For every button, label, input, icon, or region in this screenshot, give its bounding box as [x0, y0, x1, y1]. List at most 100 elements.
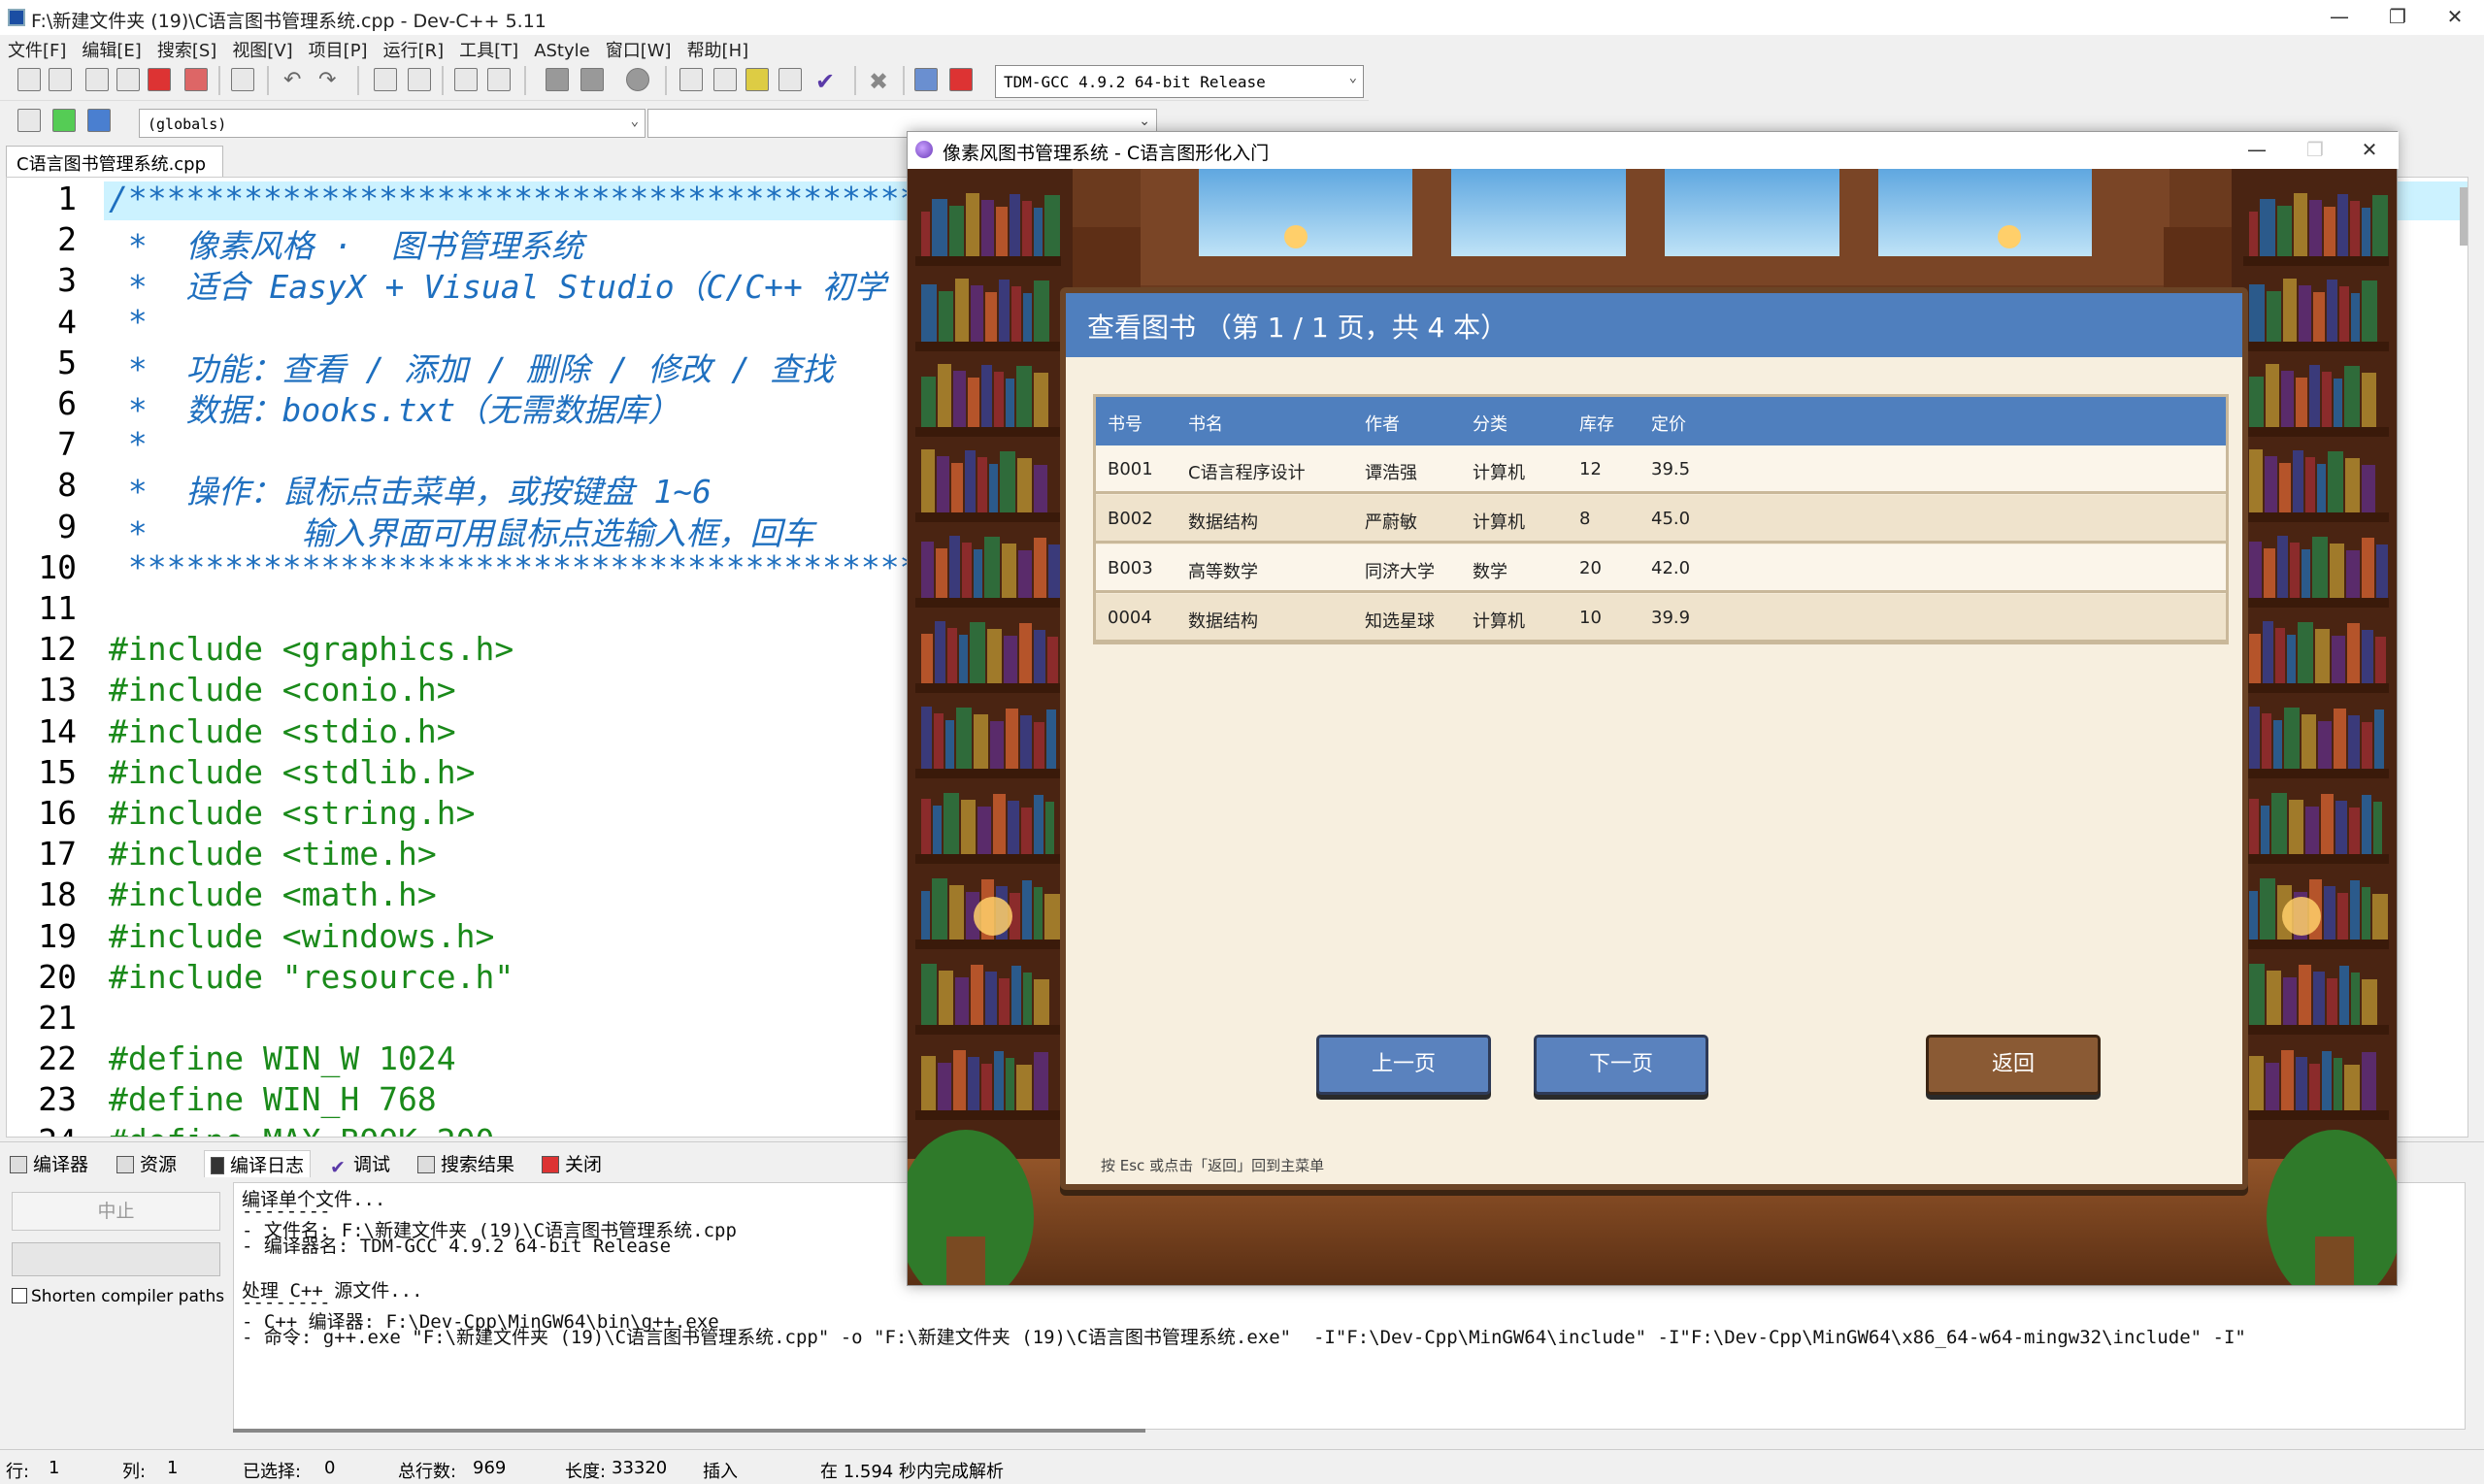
next-page-button[interactable]: 下一页	[1534, 1035, 1708, 1095]
table-row[interactable]: B001 C语言程序设计 谭浩强 计算机 12 39.5	[1096, 445, 2226, 494]
toggle-comment-icon[interactable]	[52, 109, 76, 132]
redo-icon[interactable]: ↷	[318, 68, 342, 92]
line-number: 5	[57, 343, 77, 381]
cell-stock: 10	[1579, 608, 1602, 628]
maximize-button[interactable]: ❐	[2368, 0, 2427, 35]
table-row[interactable]: B002 数据结构 严蔚敏 计算机 8 45.0	[1096, 495, 2226, 544]
close-all-icon[interactable]	[184, 68, 208, 91]
print-icon[interactable]	[231, 68, 254, 91]
tab-search-results[interactable]: 搜索结果	[417, 1150, 514, 1177]
tab-debug[interactable]: ✔ 调试	[330, 1150, 390, 1178]
cell-author: 谭浩强	[1365, 463, 1417, 483]
panel-header: 查看图书 （第 1 / 1 页，共 4 本）	[1066, 293, 2242, 357]
stop-execution-icon[interactable]: ✖	[869, 68, 892, 95]
run-icon[interactable]	[713, 68, 737, 91]
cell-book-id: B001	[1108, 459, 1153, 479]
grid-icon	[10, 1156, 27, 1173]
app-minimize-button[interactable]: —	[2228, 133, 2286, 166]
line-number: 2	[57, 220, 77, 259]
log-horizontal-scrollbar[interactable]	[233, 1427, 1145, 1435]
goto-bookmark-icon[interactable]	[580, 68, 604, 91]
close-button[interactable]: ✕	[2426, 0, 2484, 35]
new-file-icon[interactable]	[17, 68, 41, 91]
checkbox-box[interactable]	[12, 1288, 27, 1303]
cell-category: 计算机	[1473, 611, 1525, 632]
editor-vertical-scrollbar[interactable]	[2460, 187, 2467, 246]
menu-view[interactable]: 视图[V]	[224, 35, 300, 62]
delete-profile-icon[interactable]	[949, 68, 973, 91]
menu-run[interactable]: 运行[R]	[376, 35, 452, 62]
scope-select[interactable]: (globals) ⌄	[139, 109, 646, 138]
shorten-paths-label: Shorten compiler paths	[31, 1287, 225, 1306]
cell-book-id: 0004	[1108, 608, 1152, 628]
compiler-select[interactable]: TDM-GCC 4.9.2 64-bit Release ⌄	[995, 65, 1364, 98]
table-row[interactable]: 0004 数据结构 知选星球 计算机 10 39.9	[1096, 594, 2226, 643]
rebuild-all-icon[interactable]	[778, 68, 802, 91]
menu-search[interactable]: 搜索[S]	[149, 35, 224, 62]
menu-astyle[interactable]: AStyle	[526, 39, 598, 61]
menu-project[interactable]: 项目[P]	[301, 35, 376, 62]
compile-run-icon[interactable]	[745, 68, 769, 91]
goto-line-icon[interactable]	[626, 68, 649, 91]
code-line: * 操作：鼠标点击菜单，或按键盘 1~6	[109, 473, 712, 511]
table-row[interactable]: B003 高等数学 同济大学 数学 20 42.0	[1096, 544, 2226, 593]
back-button[interactable]: 返回	[1926, 1035, 2101, 1095]
save-icon[interactable]	[85, 68, 109, 91]
status-length-label: 长度:	[565, 1462, 607, 1482]
code-line: #include <stdio.h>	[109, 711, 456, 750]
tab-resources[interactable]: 资源	[116, 1150, 177, 1177]
unindent-icon[interactable]	[487, 68, 511, 91]
cell-category: 计算机	[1473, 512, 1525, 533]
tab-compiler[interactable]: 编译器	[10, 1150, 88, 1177]
cell-author: 知选星球	[1365, 611, 1435, 632]
menu-help[interactable]: 帮助[H]	[679, 35, 757, 62]
chevron-down-icon: ⌄	[1348, 70, 1357, 85]
status-total-lines-value: 969	[473, 1458, 507, 1478]
cell-stock: 12	[1579, 459, 1602, 479]
prev-page-button[interactable]: 上一页	[1316, 1035, 1491, 1095]
toggle-bookmark-icon[interactable]	[546, 68, 569, 91]
file-tab[interactable]: C语言图书管理系统.cpp	[6, 146, 223, 177]
status-length-value: 33320	[612, 1458, 668, 1478]
search-icon	[417, 1156, 435, 1173]
app-title-bar: 像素风图书管理系统 - C语言图形化入门 — ❐ ✕	[908, 132, 2399, 169]
replace-icon[interactable]	[408, 68, 431, 91]
resources-icon	[116, 1156, 134, 1173]
cell-book-id: B002	[1108, 509, 1153, 529]
cell-title: 数据结构	[1188, 512, 1258, 533]
code-line: * 适合 EasyX + Visual Studio（C/C++ 初学	[109, 268, 886, 307]
syntax-check-icon[interactable]: ✔	[815, 68, 839, 95]
profile-chart-icon[interactable]	[914, 68, 938, 91]
close-file-icon[interactable]	[148, 68, 171, 91]
line-number: 20	[38, 957, 77, 996]
abort-compile-button[interactable]: 中止	[12, 1192, 220, 1231]
indent-icon[interactable]	[454, 68, 478, 91]
line-number: 10	[38, 547, 77, 586]
menu-edit[interactable]: 编辑[E]	[74, 35, 149, 62]
save-all-icon[interactable]	[116, 68, 140, 91]
cell-price: 42.0	[1651, 558, 1691, 578]
cell-author: 严蔚敏	[1365, 512, 1417, 533]
menu-tools[interactable]: 工具[T]	[451, 35, 526, 62]
code-line: #include <stdlib.h>	[109, 752, 476, 791]
compiler-select-value: TDM-GCC 4.9.2 64-bit Release	[1004, 73, 1266, 91]
status-row-value: 1	[49, 1458, 60, 1478]
cell-price: 45.0	[1651, 509, 1691, 529]
find-icon[interactable]	[374, 68, 397, 91]
status-insert-mode: 插入	[703, 1462, 738, 1482]
menu-window[interactable]: 窗口[W]	[598, 35, 679, 62]
tab-close[interactable]: 关闭	[542, 1150, 602, 1177]
compile-icon[interactable]	[679, 68, 703, 91]
goto-icon[interactable]	[87, 109, 111, 132]
app-close-button[interactable]: ✕	[2340, 133, 2399, 166]
cell-title: C语言程序设计	[1188, 463, 1306, 483]
insert-icon[interactable]	[17, 109, 41, 132]
open-file-icon[interactable]	[49, 68, 72, 91]
devcpp-app-icon	[8, 9, 25, 26]
undo-icon[interactable]: ↶	[283, 68, 307, 92]
minimize-button[interactable]: —	[2310, 0, 2368, 35]
tab-compile-log[interactable]: 编译日志	[204, 1150, 312, 1177]
menu-file[interactable]: 文件[F]	[0, 35, 74, 62]
code-line: *	[109, 302, 148, 341]
shorten-paths-checkbox[interactable]: Shorten compiler paths	[12, 1287, 224, 1306]
